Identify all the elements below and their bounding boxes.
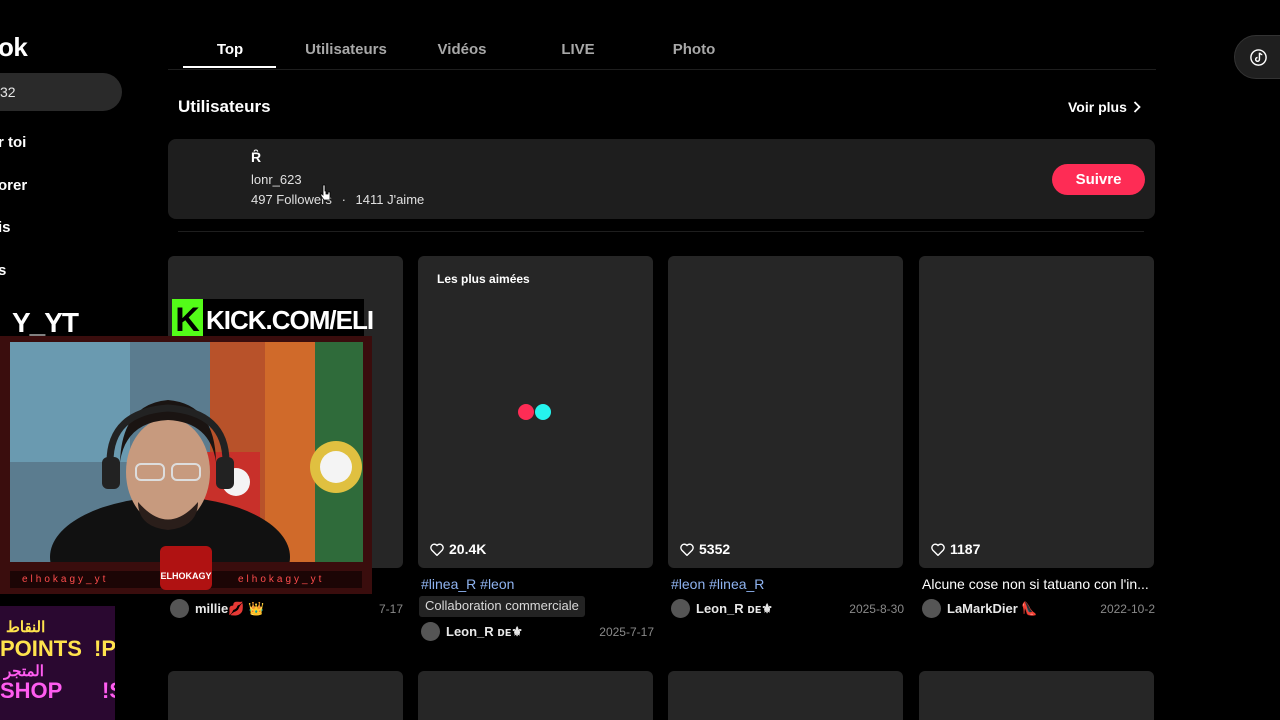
most-liked-badge: Les plus aimées: [437, 272, 530, 286]
user-stats: 497 Followers · 1411 J'aime: [251, 192, 424, 207]
video-card-5[interactable]: [168, 671, 403, 720]
search-tabs: Top Utilisateurs Vidéos LIVE Photo: [168, 30, 1156, 70]
chevron-right-icon: [1133, 101, 1141, 113]
video-likes-count: 1187: [950, 541, 981, 557]
video-date: 2025-8-30: [849, 602, 904, 616]
search-value: 32: [0, 84, 16, 100]
see-more-link[interactable]: Voir plus: [1068, 99, 1141, 115]
channel-logo: ELHOKAGY: [160, 546, 212, 590]
heart-icon: [430, 543, 444, 556]
tab-photo[interactable]: Photo: [673, 41, 716, 58]
avatar[interactable]: [170, 599, 189, 618]
avatar[interactable]: [671, 599, 690, 618]
video-meta-3: Leon_R ᴅᴇ⚜ 2025-8-30: [669, 599, 904, 619]
video-likes-count: 20.4K: [449, 541, 487, 557]
video-meta-1: millie💋 👑 7-17: [168, 599, 403, 619]
video-description-2[interactable]: #linea_R #leon: [421, 576, 651, 592]
music-note-icon: [1249, 48, 1268, 67]
sidebar-item-following[interactable]: is: [0, 219, 11, 236]
users-section-title: Utilisateurs: [178, 97, 271, 116]
video-date: 2022-10-2: [1100, 602, 1155, 616]
avatar[interactable]: [922, 599, 941, 618]
video-author[interactable]: Leon_R ᴅᴇ⚜: [696, 601, 773, 617]
video-card-4[interactable]: 1187: [919, 256, 1154, 568]
stats-separator: ·: [341, 192, 346, 207]
cam-strip-left: elhokagy_yt: [22, 574, 109, 585]
tab-videos[interactable]: Vidéos: [438, 41, 487, 58]
user-handle: lonr_623: [251, 172, 302, 187]
video-author[interactable]: millie💋 👑: [195, 601, 264, 617]
shop-right-2: !S: [102, 678, 115, 703]
webcam-video: [10, 342, 363, 562]
video-likes: 20.4K: [430, 541, 486, 557]
sidebar-item-friends[interactable]: s: [0, 262, 6, 279]
video-card-6[interactable]: [418, 671, 653, 720]
get-app-button[interactable]: [1234, 35, 1280, 79]
video-date: 7-17: [378, 602, 403, 616]
video-meta-4: LaMarkDier 👠 2022-10-2: [920, 599, 1155, 619]
shop-line-2: POINTS: [0, 636, 82, 661]
video-description-4[interactable]: Alcune cose non si tatuano con l'in...: [922, 576, 1152, 592]
shop-right-1: !P: [94, 636, 115, 661]
video-author[interactable]: LaMarkDier 👠: [947, 601, 1038, 617]
search-input[interactable]: 32: [0, 73, 122, 111]
video-card-7[interactable]: [668, 671, 903, 720]
video-likes: 5352: [680, 541, 730, 557]
active-tab-indicator: [183, 66, 276, 68]
video-author[interactable]: Leon_R ᴅᴇ⚜: [446, 624, 523, 640]
avatar[interactable]: [421, 622, 440, 641]
video-date: 2025-7-17: [599, 625, 654, 639]
user-result-card[interactable]: Ȓ lonr_623 497 Followers · 1411 J'aime S…: [168, 139, 1155, 219]
see-more-label: Voir plus: [1068, 99, 1127, 115]
heart-icon: [680, 543, 694, 556]
follow-button[interactable]: Suivre: [1052, 164, 1145, 195]
cam-strip-right: elhokagy_yt: [238, 574, 325, 585]
video-meta-2: Leon_R ᴅᴇ⚜ 2025-7-17: [419, 622, 654, 642]
shop-line-1: النقاط: [6, 619, 46, 636]
tab-users[interactable]: Utilisateurs: [305, 41, 387, 58]
stream-handle-overlay: Y_YT: [12, 307, 79, 338]
video-card-8[interactable]: [919, 671, 1154, 720]
kick-logo-icon: K: [172, 299, 203, 341]
video-description-3[interactable]: #leon #linea_R: [671, 576, 901, 592]
points-shop-banner: النقاط POINTS المتجر SHOP !P !S: [0, 606, 115, 720]
video-card-2[interactable]: Les plus aimées 20.4K: [418, 256, 653, 568]
tab-live[interactable]: LIVE: [561, 41, 594, 58]
tiktok-logo[interactable]: ok: [0, 32, 28, 63]
heart-icon: [931, 543, 945, 556]
kick-url: KICK.COM/ELI: [206, 305, 374, 335]
tab-top[interactable]: Top: [217, 41, 243, 58]
sidebar-item-explore[interactable]: orer: [0, 177, 27, 194]
section-divider: [178, 231, 1144, 232]
commercial-collab-label: Collaboration commerciale: [419, 596, 585, 617]
shop-line-4: SHOP: [0, 678, 63, 703]
video-likes: 1187: [931, 541, 980, 557]
kick-banner: K KICK.COM/ELI: [172, 299, 374, 341]
video-card-3[interactable]: 5352: [668, 256, 903, 568]
mouse-cursor-icon: [320, 184, 331, 201]
user-display-name: Ȓ: [251, 149, 262, 165]
webcam-overlay: elhokagy_yt elhokagy_yt ELHOKAGY: [0, 336, 372, 594]
loading-indicator: [518, 404, 554, 420]
video-likes-count: 5352: [699, 541, 731, 557]
user-likes: 1411 J'aime: [355, 192, 425, 207]
sidebar-item-for-you[interactable]: r toi: [0, 134, 26, 151]
